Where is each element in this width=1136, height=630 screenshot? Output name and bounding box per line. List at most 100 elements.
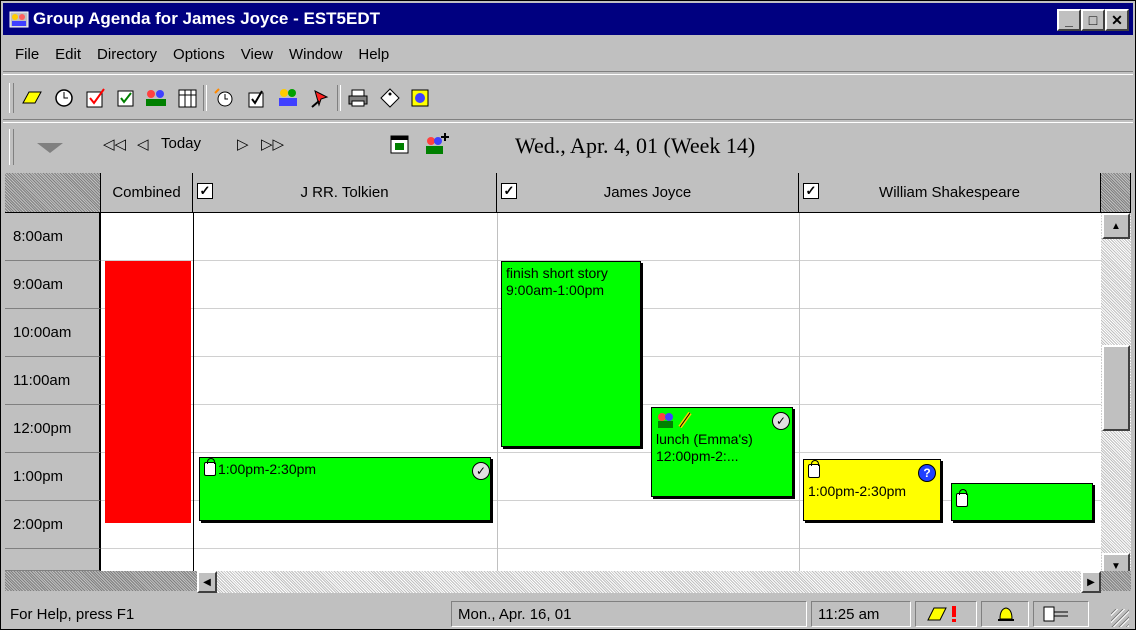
time-label: 1:00pm [5, 453, 101, 501]
prev-arrow-icon[interactable]: ◁ [137, 135, 149, 153]
eraser-icon[interactable] [19, 85, 45, 111]
appointment-icons [808, 460, 936, 483]
toolbar-separator [337, 85, 341, 111]
first-arrow-icon[interactable]: ◁◁ [103, 135, 126, 153]
group-pencil-icon [658, 411, 692, 429]
status-connection-panel [1033, 601, 1089, 627]
navbar-grip[interactable] [9, 129, 14, 165]
meeting-icon[interactable] [275, 85, 301, 111]
lock-icon [204, 458, 216, 476]
column-checkbox[interactable]: ✓ [197, 183, 213, 199]
date-heading: Wed., Apr. 4, 01 (Week 14) [515, 133, 756, 158]
appointment-joyce-lunch[interactable]: ✓ lunch (Emma's) 12:00pm-2:... [651, 407, 793, 497]
title-bar[interactable]: Group Agenda for James Joyce - EST5EDT _… [3, 3, 1133, 35]
menu-help[interactable]: Help [358, 46, 389, 63]
menu-view[interactable]: View [241, 46, 273, 63]
next-arrow-icon[interactable]: ▷ [237, 135, 249, 153]
scroll-thumb[interactable] [1102, 345, 1130, 431]
task-icon[interactable] [243, 85, 269, 111]
add-user-icon[interactable] [423, 131, 451, 161]
combined-busy-block[interactable] [105, 261, 191, 523]
appointment-joyce-story[interactable]: finish short story 9:00am-1:00pm [501, 261, 641, 447]
clock-icon[interactable] [51, 85, 77, 111]
status-alert-panel[interactable] [915, 601, 977, 627]
help-icon[interactable] [407, 85, 433, 111]
appointment-tolkien[interactable]: 1:00pm-2:30pm ✓ [199, 457, 491, 521]
menu-file[interactable]: File [15, 46, 39, 63]
agenda-grid: Combined ✓ J RR. Tolkien ✓ James Joyce ✓… [5, 173, 1131, 591]
plug-icon [1043, 606, 1068, 622]
calendar-icon[interactable] [389, 133, 411, 159]
menu-bar: File Edit Directory Options View Window … [5, 41, 395, 67]
toolbar-grip[interactable] [9, 83, 14, 113]
vertical-scrollbar[interactable]: ▲ ▼ [1101, 213, 1131, 581]
appointment-text: 1:00pm-2:30pm [808, 483, 907, 499]
accepted-check-icon: ✓ [472, 462, 490, 480]
close-button[interactable]: ✕ [1105, 9, 1129, 31]
column-divider [497, 213, 498, 571]
scroll-right-button[interactable]: ▶ [1081, 571, 1101, 593]
column-label: James Joyce [603, 184, 692, 201]
last-arrow-icon[interactable]: ▷▷ [261, 135, 284, 153]
resize-grip-icon[interactable] [1111, 609, 1129, 627]
column-label: J RR. Tolkien [300, 184, 389, 201]
menu-window[interactable]: Window [289, 46, 342, 63]
toolbar [5, 77, 1133, 117]
time-label: 8:00am [5, 213, 101, 261]
appointment-icons [656, 411, 788, 431]
question-icon: ? [918, 464, 936, 482]
toolbar-divider [3, 119, 1133, 123]
window-title: Group Agenda for James Joyce - EST5EDT [33, 9, 381, 28]
today-button[interactable]: Today [161, 135, 201, 152]
column-checkbox[interactable]: ✓ [501, 183, 517, 199]
menu-divider [3, 71, 1133, 75]
calendar-grid-icon[interactable] [175, 85, 201, 111]
toolbar-separator [203, 85, 207, 111]
menu-directory[interactable]: Directory [97, 46, 157, 63]
alarm-icon[interactable] [211, 85, 237, 111]
scroll-up-button[interactable]: ▲ [1102, 213, 1130, 239]
time-label: 9:00am [5, 261, 101, 309]
bottom-right-corner [1101, 571, 1131, 591]
bell-icon [998, 607, 1014, 621]
app-window: Group Agenda for James Joyce - EST5EDT _… [0, 0, 1136, 630]
column-divider [193, 213, 194, 571]
scroll-left-button[interactable]: ◀ [197, 571, 217, 593]
group-agenda-icon [9, 9, 29, 29]
column-label: William Shakespeare [879, 184, 1020, 201]
status-time: 11:25 am [811, 601, 911, 627]
time-label: 11:00am [5, 357, 101, 405]
menu-edit[interactable]: Edit [55, 46, 81, 63]
maximize-button[interactable]: □ [1081, 9, 1105, 31]
hour-line [101, 452, 1101, 453]
pin-icon[interactable] [307, 85, 333, 111]
appointment-text: lunch (Emma's) 12:00pm-2:... [656, 431, 753, 464]
appointment-text: finish short story 9:00am-1:00pm [506, 265, 608, 298]
checkbox-icon[interactable] [83, 85, 109, 111]
time-label: 2:00pm [5, 501, 101, 549]
appointment-text: 1:00pm-2:30pm [218, 461, 317, 477]
column-checkbox[interactable]: ✓ [803, 183, 819, 199]
status-bell-panel[interactable] [981, 601, 1029, 627]
group-icon[interactable] [143, 85, 169, 111]
horizontal-scrollbar[interactable]: ◀ ▶ [197, 571, 1101, 593]
status-date: Mon., Apr. 16, 01 [451, 601, 807, 627]
grid-corner [5, 173, 101, 213]
grid-corner-right [1101, 173, 1131, 213]
printer-icon[interactable] [345, 85, 371, 111]
column-header-joyce: ✓ James Joyce [497, 173, 799, 213]
checklist-icon[interactable] [113, 85, 139, 111]
column-header-shakespeare: ✓ William Shakespeare [799, 173, 1101, 213]
time-label-partial [5, 549, 101, 571]
eraser-alert-icon [927, 606, 956, 622]
column-header-tolkien: ✓ J RR. Tolkien [193, 173, 497, 213]
nav-bar: ◁◁ ◁ Today ▷ ▷▷ Wed., Apr. 4, 01 (Week 1… [5, 125, 1133, 169]
tag-icon[interactable] [377, 85, 403, 111]
accepted-check-icon: ✓ [772, 412, 790, 430]
appointment-shakespeare-private[interactable] [951, 483, 1093, 521]
appointment-shakespeare-tentative[interactable]: ? 1:00pm-2:30pm [803, 459, 941, 521]
hour-line [101, 548, 1101, 549]
menu-options[interactable]: Options [173, 46, 225, 63]
collapse-down-icon[interactable] [35, 139, 65, 159]
minimize-button[interactable]: _ [1057, 9, 1081, 31]
